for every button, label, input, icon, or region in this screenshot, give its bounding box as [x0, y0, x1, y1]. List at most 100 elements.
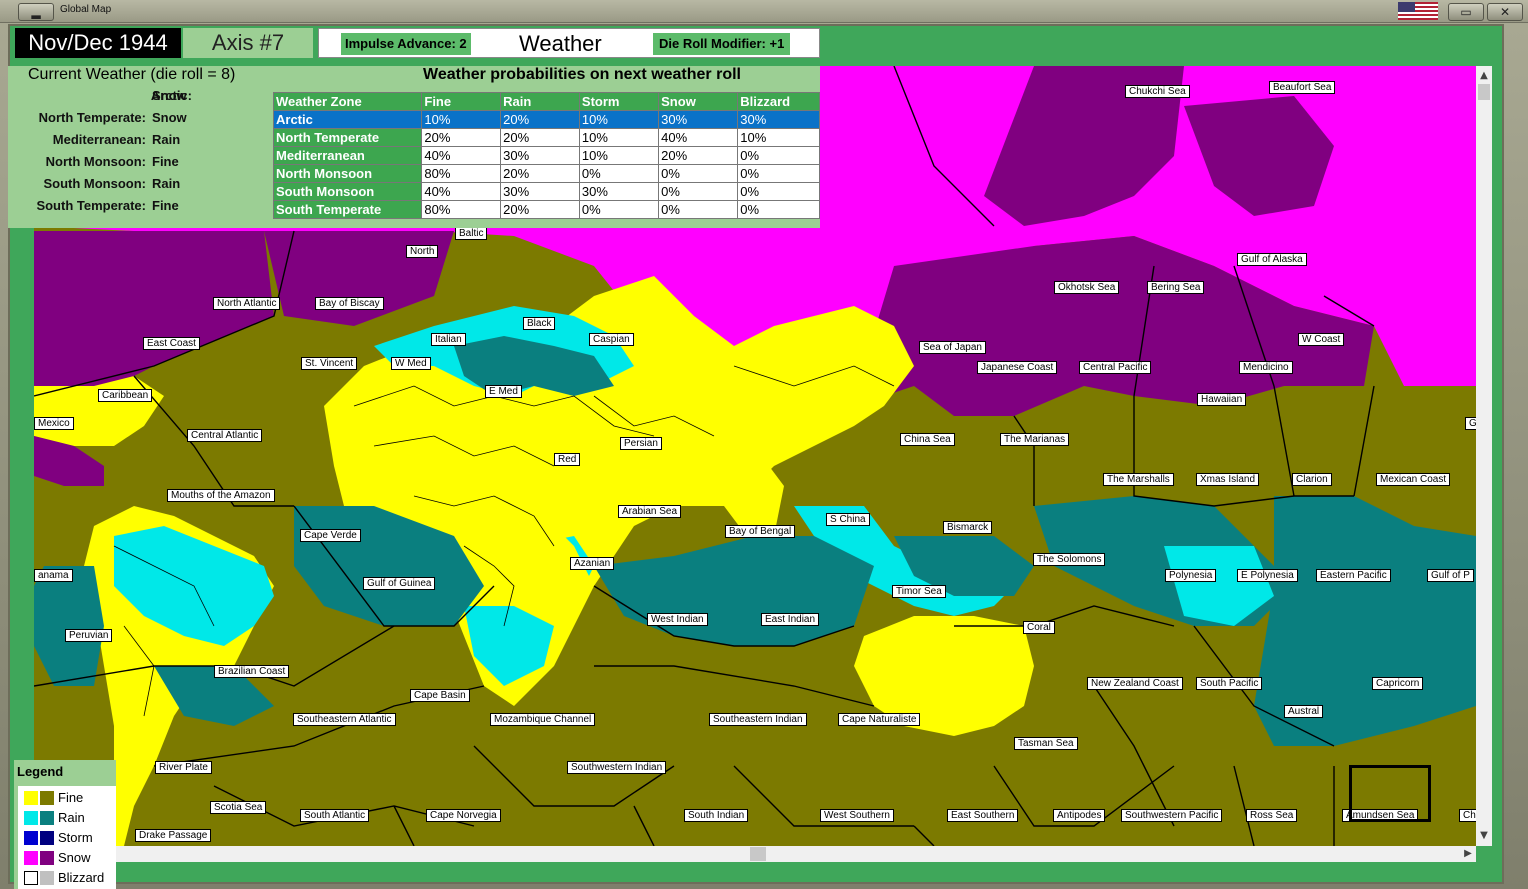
title-bar[interactable]: ▂ Global Map ▭ ✕	[0, 0, 1528, 23]
sea-label[interactable]: Bering Sea	[1147, 281, 1205, 294]
sea-label[interactable]: S China	[826, 513, 870, 526]
sea-label[interactable]: Southeastern Indian	[709, 713, 807, 726]
sea-label[interactable]: North	[406, 245, 439, 258]
sea-label[interactable]: South Atlantic	[300, 809, 370, 822]
sea-label[interactable]: The Marshalls	[1103, 473, 1174, 486]
sea-label[interactable]: Caspian	[589, 333, 634, 346]
sea-label[interactable]: China Sea	[900, 433, 955, 446]
sea-label[interactable]: Bay of Biscay	[315, 297, 384, 310]
table-row[interactable]: Mediterranean 40% 30% 10% 20% 0%	[272, 146, 820, 165]
sea-label[interactable]: Xmas Island	[1196, 473, 1260, 486]
vertical-scrollbar[interactable]: ▲ ▼	[1476, 66, 1492, 846]
sea-label[interactable]: Austral	[1284, 705, 1324, 718]
table-row[interactable]: South Temperate 80% 20% 0% 0% 0%	[272, 200, 820, 219]
sea-label[interactable]: Mexican Coast	[1376, 473, 1451, 486]
sea-label[interactable]: Central Atlantic	[187, 429, 263, 442]
sea-label[interactable]: Gulf of Guinea	[363, 577, 436, 590]
sea-label[interactable]: Gulf of Alaska	[1237, 253, 1307, 266]
rain-cell[interactable]: 20%	[500, 200, 580, 219]
snow-cell[interactable]: 30%	[658, 110, 739, 129]
blizzard-cell[interactable]: 30%	[737, 110, 820, 129]
rain-cell[interactable]: 20%	[500, 110, 580, 129]
sea-label[interactable]: Southwestern Pacific	[1121, 809, 1223, 822]
table-row[interactable]: North Temperate 20% 20% 10% 40% 10%	[272, 128, 820, 147]
blizzard-cell[interactable]: 0%	[737, 146, 820, 165]
horizontal-scrollbar[interactable]: ▶	[34, 846, 1476, 862]
sea-label[interactable]: Mouths of the Amazon	[167, 489, 275, 502]
sea-label[interactable]: Clarion	[1292, 473, 1332, 486]
sea-label[interactable]: Arabian Sea	[618, 505, 682, 518]
blizzard-cell[interactable]: 0%	[737, 182, 820, 201]
restore-icon[interactable]: ▭	[1448, 3, 1484, 21]
scroll-right-icon[interactable]: ▶	[1460, 848, 1476, 859]
sea-label[interactable]: West Southern	[820, 809, 894, 822]
blizzard-cell[interactable]: 10%	[737, 128, 820, 147]
sea-label[interactable]: Bismarck	[943, 521, 993, 534]
sea-label[interactable]: South Indian	[684, 809, 749, 822]
sea-label[interactable]: Mendicino	[1239, 361, 1293, 374]
tab-weather[interactable]: Weather	[519, 31, 602, 57]
sea-label[interactable]: W Coast	[1298, 333, 1345, 346]
sea-label[interactable]: Okhotsk Sea	[1054, 281, 1120, 294]
sea-label[interactable]: Antipodes	[1053, 809, 1106, 822]
sea-label[interactable]: North Atlantic	[213, 297, 281, 310]
zone-cell[interactable]: South Temperate	[272, 200, 423, 219]
sea-label[interactable]: St. Vincent	[301, 357, 358, 370]
sea-label[interactable]: The Solomons	[1033, 553, 1106, 566]
sea-label[interactable]: Baltic	[455, 227, 488, 240]
fine-cell[interactable]: 80%	[421, 164, 502, 183]
storm-cell[interactable]: 10%	[578, 128, 660, 147]
sea-label[interactable]: Ross Sea	[1246, 809, 1298, 822]
sea-label[interactable]: W Med	[391, 357, 431, 370]
sea-label[interactable]: Caribbean	[98, 389, 153, 402]
sea-label[interactable]: Polynesia	[1165, 569, 1217, 582]
storm-cell[interactable]: 10%	[578, 146, 660, 165]
storm-cell[interactable]: 30%	[578, 182, 660, 201]
rain-cell[interactable]: 20%	[500, 164, 580, 183]
sea-label[interactable]: Red	[554, 453, 581, 466]
table-row[interactable]: Arctic 10% 20% 10% 30% 30%	[272, 110, 820, 129]
sea-label[interactable]: Azanian	[570, 557, 615, 570]
sea-label[interactable]: Mexico	[34, 417, 74, 430]
sea-label[interactable]: Capricorn	[1372, 677, 1424, 690]
zone-cell[interactable]: Mediterranean	[272, 146, 423, 165]
fine-cell[interactable]: 80%	[421, 200, 502, 219]
sea-label[interactable]: Cape Basin	[410, 689, 470, 702]
vertical-scroll-thumb[interactable]	[1478, 84, 1490, 100]
zone-cell[interactable]: North Monsoon	[272, 164, 423, 183]
sea-label[interactable]: Southwestern Indian	[567, 761, 667, 774]
sea-label[interactable]: Central Pacific	[1079, 361, 1152, 374]
sea-label[interactable]: Sea of Japan	[919, 341, 986, 354]
snow-cell[interactable]: 0%	[658, 200, 739, 219]
storm-cell[interactable]: 0%	[578, 200, 660, 219]
zone-cell[interactable]: South Monsoon	[272, 182, 423, 201]
rain-cell[interactable]: 30%	[500, 182, 580, 201]
sea-label[interactable]: Cape Norvegia	[426, 809, 501, 822]
blizzard-cell[interactable]: 0%	[737, 164, 820, 183]
sea-label[interactable]: Ch	[1459, 809, 1476, 822]
minimize-icon[interactable]: ▂	[18, 3, 54, 21]
sea-label[interactable]: Drake Passage	[135, 829, 212, 842]
sea-label[interactable]: Hawaiian	[1197, 393, 1247, 406]
sea-label[interactable]: New Zealand Coast	[1087, 677, 1183, 690]
sea-label[interactable]: Timor Sea	[892, 585, 946, 598]
fine-cell[interactable]: 20%	[421, 128, 502, 147]
zone-cell[interactable]: North Temperate	[272, 128, 423, 147]
sea-label[interactable]: Peruvian	[65, 629, 113, 642]
sea-label[interactable]: Eastern Pacific	[1316, 569, 1391, 582]
sea-label[interactable]: E Polynesia	[1237, 569, 1298, 582]
sea-label[interactable]: Italian	[431, 333, 466, 346]
sea-label[interactable]: Black	[523, 317, 556, 330]
sea-label[interactable]: River Plate	[155, 761, 212, 774]
sea-label[interactable]: Coral	[1023, 621, 1055, 634]
sea-label[interactable]: Brazilian Coast	[214, 665, 290, 678]
sea-label[interactable]: Tasman Sea	[1014, 737, 1078, 750]
sea-label[interactable]: East Coast	[143, 337, 200, 350]
blizzard-cell[interactable]: 0%	[737, 200, 820, 219]
sea-label[interactable]: G	[1465, 417, 1476, 430]
sea-label[interactable]: Bay of Bengal	[725, 525, 796, 538]
snow-cell[interactable]: 0%	[658, 182, 739, 201]
sea-label[interactable]: Cape Naturaliste	[838, 713, 921, 726]
sea-label[interactable]: South Pacific	[1196, 677, 1263, 690]
sea-label[interactable]: Southeastern Atlantic	[293, 713, 396, 726]
